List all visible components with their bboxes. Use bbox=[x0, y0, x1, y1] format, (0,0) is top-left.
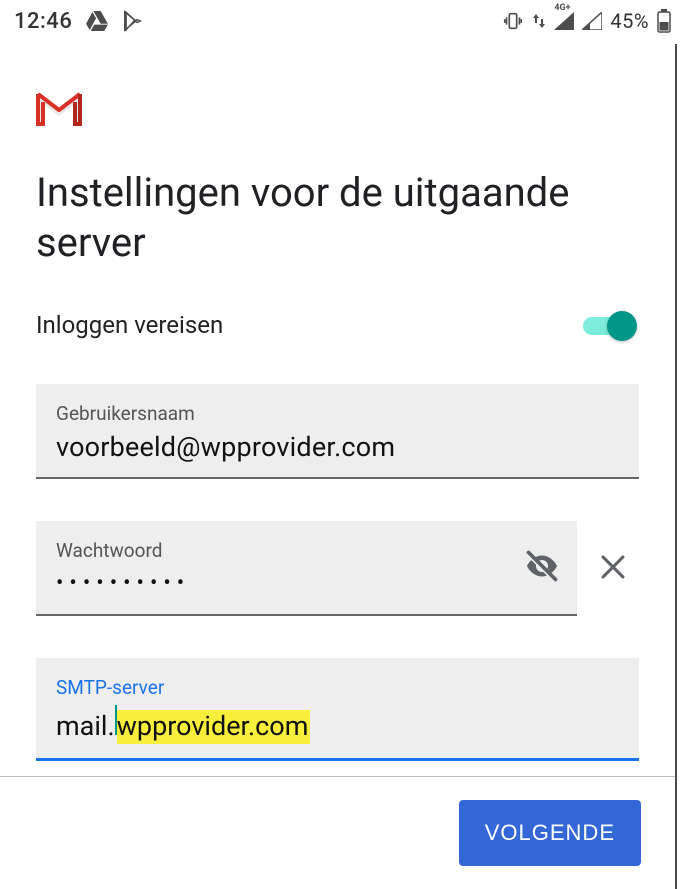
password-label: Wachtwoord bbox=[56, 539, 487, 562]
footer: VOLGENDE bbox=[0, 777, 675, 889]
toggle-password-visibility-button[interactable] bbox=[507, 521, 577, 614]
page-content: Instellingen voor de uitgaande server In… bbox=[0, 44, 677, 889]
vibrate-icon bbox=[502, 10, 524, 32]
password-value: •••••••••• bbox=[56, 568, 487, 600]
status-bar: 12:46 4G+ 45% bbox=[0, 0, 685, 42]
require-login-toggle[interactable] bbox=[583, 310, 639, 340]
clear-password-button[interactable] bbox=[587, 543, 639, 595]
password-field[interactable]: Wachtwoord •••••••••• bbox=[36, 521, 577, 616]
clock: 12:46 bbox=[14, 9, 72, 34]
close-icon bbox=[596, 550, 630, 588]
gmail-logo-icon bbox=[36, 92, 639, 130]
drive-icon bbox=[86, 11, 108, 31]
eye-off-icon bbox=[524, 548, 560, 588]
signal-4g-icon: 4G+ bbox=[554, 12, 574, 30]
smtp-server-field[interactable]: SMTP-server mail.wpprovider.com bbox=[36, 658, 639, 761]
require-login-label: Inloggen vereisen bbox=[36, 311, 223, 339]
page-title: Instellingen voor de uitgaande server bbox=[36, 168, 639, 268]
battery-icon bbox=[657, 9, 671, 33]
data-arrows-icon bbox=[532, 12, 546, 30]
signal-secondary-icon bbox=[582, 12, 602, 30]
play-store-icon bbox=[122, 10, 144, 32]
next-button[interactable]: VOLGENDE bbox=[459, 800, 641, 866]
username-label: Gebruikersnaam bbox=[56, 402, 619, 425]
smtp-value: mail.wpprovider.com bbox=[56, 705, 310, 744]
battery-text: 45% bbox=[610, 9, 649, 33]
smtp-label: SMTP-server bbox=[56, 676, 619, 699]
username-value: voorbeeld@wpprovider.com bbox=[56, 431, 619, 463]
username-field[interactable]: Gebruikersnaam voorbeeld@wpprovider.com bbox=[36, 384, 639, 479]
